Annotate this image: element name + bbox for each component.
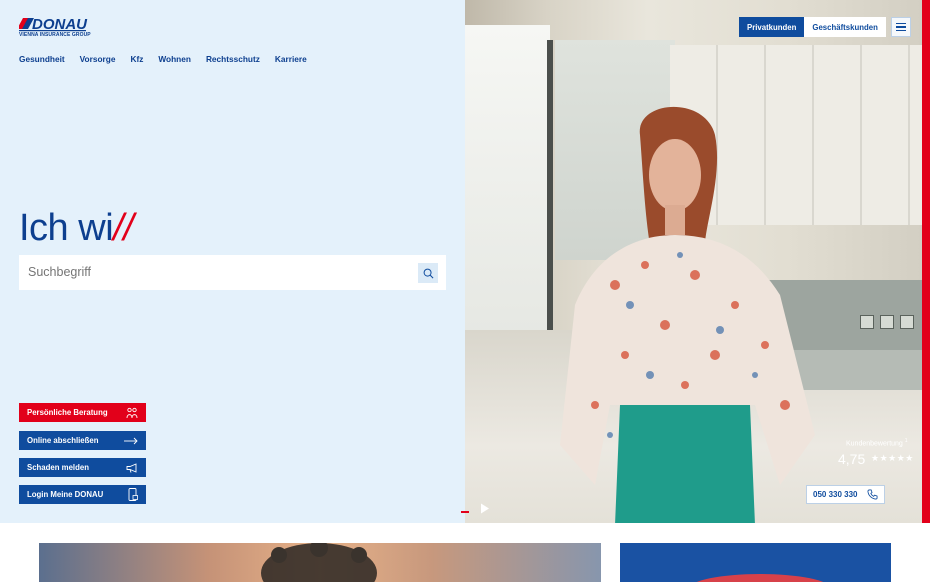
customer-segment-switch: Privatkunden Geschäftskunden <box>739 17 886 37</box>
cta-label: Persönliche Beratung <box>27 408 108 417</box>
nav-item-wohnen[interactable]: Wohnen <box>158 54 191 64</box>
search-icon <box>423 268 433 278</box>
search-input[interactable] <box>28 265 408 279</box>
teaser-image-right[interactable] <box>620 543 891 582</box>
cta-label: Online abschließen <box>27 436 99 445</box>
play-icon[interactable] <box>480 503 490 514</box>
woman-figure <box>560 106 815 523</box>
report-claim-button[interactable]: Schaden melden <box>19 458 146 477</box>
video-progress-indicator <box>461 511 469 513</box>
nav-item-kfz[interactable]: Kfz <box>130 54 143 64</box>
main-nav: Gesundheit Vorsorge Kfz Wohnen Rechtssch… <box>19 54 307 64</box>
login-button[interactable]: Login Meine DONAU <box>19 485 146 504</box>
accent-bar <box>922 0 930 523</box>
cta-label: Schaden melden <box>27 463 89 472</box>
phone-icon <box>867 489 878 500</box>
cta-label: Login Meine DONAU <box>27 490 104 499</box>
nav-item-vorsorge[interactable]: Vorsorge <box>80 54 116 64</box>
hero-headline: Ich wi// <box>19 207 134 250</box>
phone-button[interactable]: 050 330 330 <box>806 485 885 504</box>
console-dial <box>880 315 894 329</box>
page: DONAU VIENNA INSURANCE GROUP Gesundheit … <box>0 0 930 582</box>
advisor-icon <box>126 407 138 418</box>
console-dial <box>860 315 874 329</box>
search-button[interactable] <box>418 263 438 283</box>
hamburger-menu-button[interactable] <box>891 17 911 37</box>
curly-hair-image <box>261 543 377 582</box>
window-frame <box>547 40 553 340</box>
menu-line <box>896 26 906 28</box>
console-dial <box>900 315 914 329</box>
rating-stars: ★★★★★ <box>871 453 914 463</box>
rating-value: 4,75 <box>838 451 866 467</box>
tab-private-customers[interactable]: Privatkunden <box>739 17 805 37</box>
search-box <box>19 255 446 290</box>
menu-line <box>896 29 906 31</box>
tab-business-customers[interactable]: Geschäftskunden <box>804 17 886 37</box>
nav-item-karriere[interactable]: Karriere <box>275 54 307 64</box>
megaphone-icon <box>126 462 137 473</box>
window-area <box>465 25 550 335</box>
rating-label-text: Kundenbewertung <box>846 440 903 448</box>
logo-tagline: VIENNA INSURANCE GROUP <box>19 32 91 38</box>
menu-line <box>896 23 906 25</box>
online-purchase-button[interactable]: Online abschließen <box>19 431 146 450</box>
nav-item-gesundheit[interactable]: Gesundheit <box>19 54 65 64</box>
arrow-right-icon <box>124 437 138 444</box>
personal-advice-button[interactable]: Persönliche Beratung <box>19 403 146 422</box>
phone-number: 050 330 330 <box>813 490 858 499</box>
mobile-lock-icon <box>128 488 138 501</box>
headline-slashes: // <box>113 207 134 249</box>
nav-item-rechtsschutz[interactable]: Rechtsschutz <box>206 54 260 64</box>
rating-label: Kundenbewertung 1 <box>846 438 908 447</box>
headline-text: Ich wi <box>19 207 114 249</box>
rating-footnote[interactable]: 1 <box>905 438 908 444</box>
teaser-image-left[interactable] <box>39 543 601 582</box>
teaser-graphic <box>696 574 824 582</box>
